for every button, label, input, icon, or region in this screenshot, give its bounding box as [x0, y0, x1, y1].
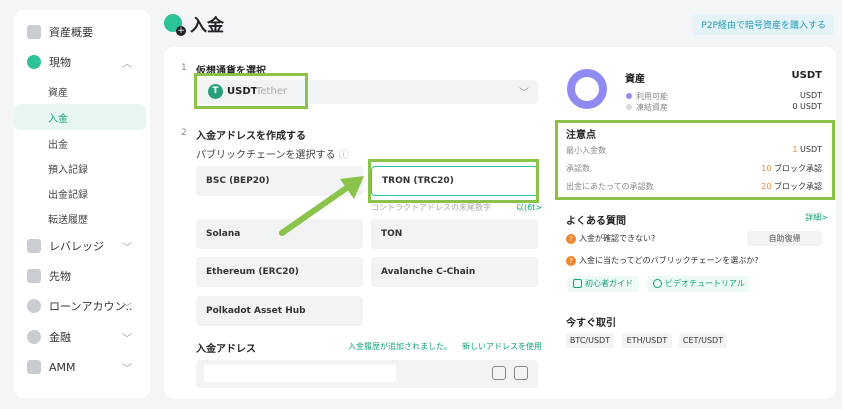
address-title: 入金アドレス [196, 344, 256, 355]
deposit-icon [164, 14, 186, 36]
address-value[interactable] [204, 365, 396, 382]
sidebar-item-futures[interactable]: 先物 [14, 262, 150, 290]
frozen-value: 0 USDT [792, 102, 822, 111]
available-dot [626, 93, 632, 99]
loan-icon [27, 299, 41, 313]
sidebar-sub-deposit-history[interactable]: 預入記録 [14, 155, 150, 181]
sidebar-sub-deposit[interactable]: 入金 [14, 104, 146, 130]
page-title: 入金 [190, 16, 224, 36]
sidebar-item-overview[interactable]: 資産概要 [14, 18, 150, 46]
chevron-down-icon: ﹀ [519, 88, 529, 99]
faq-more-link[interactable]: 詳細> [805, 212, 828, 223]
question-icon: ? [566, 234, 576, 244]
chain-select-label: パブリックチェーンを選択する ⓘ [196, 150, 349, 161]
available-label: 利用可能 [636, 92, 668, 101]
chain-option-avalanche[interactable]: Avalanche C-Chain [371, 257, 538, 287]
chevron-down-icon: ﹀ [122, 302, 132, 314]
info-icon: ⓘ [338, 150, 349, 161]
leverage-icon [27, 239, 41, 253]
sidebar-item-spot[interactable]: 現物 ︿ [14, 48, 150, 76]
dashboard-icon [27, 25, 41, 39]
trade-now-title: 今すぐ取引 [566, 318, 616, 329]
sidebar-item-loan[interactable]: ローンアカウン.. ﹀ [14, 292, 150, 320]
faq-question-2[interactable]: 入金に当たってどのパブリックチェーンを選ぶか? [579, 255, 758, 266]
chain-option-ton[interactable]: TON [371, 219, 538, 249]
assets-currency: USDT [791, 70, 822, 81]
step-number: 1 [181, 63, 187, 73]
book-icon [573, 279, 582, 288]
sidebar-sub-withdraw[interactable]: 出金 [14, 130, 150, 156]
sidebar-item-finance[interactable]: 金融 ﹀ [14, 323, 150, 351]
annotation-highlight-coin [194, 73, 308, 109]
question-icon: ? [566, 256, 576, 266]
frozen-label: 凍結資産 [636, 103, 668, 112]
finance-icon [27, 330, 41, 344]
video-tutorial-button[interactable]: ビデオチュートリアル [647, 276, 749, 292]
chain-option-ethereum[interactable]: Ethereum (ERC20) [196, 257, 363, 287]
pair-cet-usdt[interactable]: CET/USDT [679, 333, 727, 348]
sidebar-item-leverage[interactable]: レバレッジ ﹀ [14, 232, 150, 260]
step2-title: 入金アドレスを作成する [196, 131, 306, 142]
pair-eth-usdt[interactable]: ETH/USDT [622, 333, 672, 348]
pair-btc-usdt[interactable]: BTC/USDT [566, 333, 614, 348]
faq-question-1[interactable]: 入金が確認できない? [579, 233, 655, 244]
annotation-highlight-notice [555, 120, 835, 200]
asset-donut-chart [567, 69, 607, 109]
sidebar: 資産概要 現物 ︿ 資産 入金 出金 預入記録 出金記録 転送履歴 レバレッジ … [14, 10, 150, 398]
beginner-guide-button[interactable]: 初心者ガイド [567, 276, 639, 292]
contract-hint: コントラクトアドレスの末尾数字 [371, 203, 491, 212]
new-address-link[interactable]: 新しいアドレスを使用 [462, 341, 542, 352]
annotation-highlight-chain [368, 159, 539, 203]
contract-view-link[interactable]: 以(6t> [516, 202, 542, 213]
deposit-history-link[interactable]: 入金履歴が追加されました。 [348, 341, 452, 352]
chevron-down-icon: ﹀ [122, 333, 132, 345]
chevron-up-icon: ︿ [122, 58, 132, 70]
chain-option-polkadot[interactable]: Polkadot Asset Hub [196, 296, 363, 326]
futures-icon [27, 269, 41, 283]
copy-icon[interactable] [492, 366, 506, 380]
available-value: USDT [800, 91, 822, 100]
amm-icon [27, 360, 41, 374]
spot-icon [27, 55, 41, 69]
sidebar-sub-transfer-history[interactable]: 転送履歴 [14, 205, 150, 231]
sidebar-sub-withdraw-history[interactable]: 出金記録 [14, 180, 150, 206]
p2p-buy-button[interactable]: P2P経由で暗号資産を購入する [693, 14, 834, 35]
annotation-arrow-icon [279, 176, 364, 236]
play-icon [653, 279, 662, 288]
sidebar-item-amm[interactable]: AMM ﹀ [14, 353, 150, 381]
qr-code-icon[interactable] [514, 366, 528, 380]
frozen-dot [626, 104, 632, 110]
chevron-down-icon: ﹀ [122, 363, 132, 375]
step-number: 2 [181, 128, 187, 138]
self-recovery-button[interactable]: 自助復帰 [747, 231, 822, 246]
sidebar-sub-assets[interactable]: 資産 [14, 78, 150, 104]
assets-title: 資産 [625, 74, 645, 85]
faq-title: よくある質問 [566, 216, 626, 227]
chevron-down-icon: ﹀ [122, 242, 132, 254]
